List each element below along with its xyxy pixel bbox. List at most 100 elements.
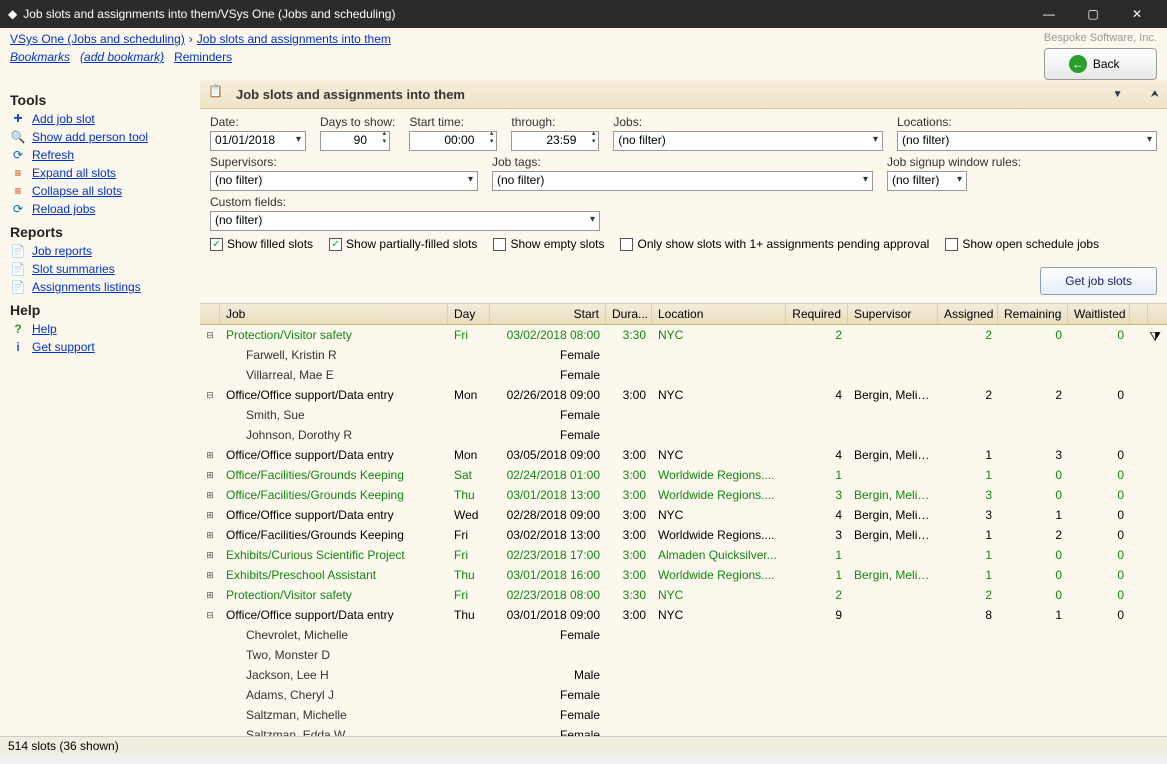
col-start[interactable]: Start bbox=[490, 304, 606, 324]
tree-toggle-icon[interactable]: ⊞ bbox=[200, 450, 220, 461]
tree-toggle-icon[interactable]: ⊞ bbox=[200, 510, 220, 521]
col-waitlisted[interactable]: Waitlisted bbox=[1068, 304, 1130, 324]
get-job-slots-button[interactable]: Get job slots bbox=[1040, 267, 1157, 295]
cell-required: 2 bbox=[786, 328, 848, 342]
tree-toggle-icon[interactable]: ⊞ bbox=[200, 530, 220, 541]
grid-child-row[interactable]: Saltzman, MichelleFemale bbox=[200, 705, 1167, 725]
person-name: Johnson, Dorothy R bbox=[220, 428, 448, 442]
col-remaining[interactable]: Remaining bbox=[998, 304, 1068, 324]
sidebar-item-help[interactable]: ?Help bbox=[10, 320, 190, 338]
locations-filter[interactable]: (no filter) bbox=[897, 131, 1157, 151]
grid-slot-row[interactable]: ⊞Office/Office support/Data entryWed02/2… bbox=[200, 505, 1167, 525]
back-button[interactable]: ← Back bbox=[1044, 48, 1157, 80]
tree-toggle-icon[interactable]: ⊟ bbox=[200, 390, 220, 401]
grid-slot-row[interactable]: ⊞Exhibits/Curious Scientific ProjectFri0… bbox=[200, 545, 1167, 565]
grid-slot-row[interactable]: ⊞Protection/Visitor safetyFri02/23/2018 … bbox=[200, 585, 1167, 605]
person-gender: Female bbox=[490, 428, 606, 442]
check-open-schedule[interactable]: Show open schedule jobs bbox=[945, 237, 1099, 251]
tools-header: Tools bbox=[10, 92, 190, 108]
cell-required: 4 bbox=[786, 508, 848, 522]
date-input[interactable]: 01/01/2018 bbox=[210, 131, 306, 151]
filter-funnel-icon[interactable]: ⧩ bbox=[1149, 329, 1161, 345]
grid-child-row[interactable]: Adams, Cheryl JFemale bbox=[200, 685, 1167, 705]
help-header: Help bbox=[10, 302, 190, 318]
cell-required: 1 bbox=[786, 468, 848, 482]
grid-body[interactable]: ⧩ ⊟Protection/Visitor safetyFri03/02/201… bbox=[200, 325, 1167, 736]
reminders-link[interactable]: Reminders bbox=[174, 50, 232, 64]
col-supervisor[interactable]: Supervisor bbox=[848, 304, 938, 324]
grid-child-row[interactable]: Villarreal, Mae EFemale bbox=[200, 365, 1167, 385]
check-show-partial[interactable]: ✓Show partially-filled slots bbox=[329, 237, 477, 251]
grid-child-row[interactable]: Smith, SueFemale bbox=[200, 405, 1167, 425]
tree-toggle-icon[interactable]: ⊞ bbox=[200, 490, 220, 501]
collapse-panel-icon[interactable]: ⮝ bbox=[1151, 89, 1160, 100]
jobtags-filter[interactable]: (no filter) bbox=[492, 171, 873, 191]
check-show-empty[interactable]: Show empty slots bbox=[493, 237, 604, 251]
cell-waitlisted: 0 bbox=[1068, 528, 1130, 542]
col-job[interactable]: Job bbox=[220, 304, 448, 324]
through-input[interactable]: 23:59 bbox=[511, 131, 599, 151]
expand-icon: ≡ bbox=[10, 165, 26, 181]
sidebar-item-expand-all[interactable]: ≡Expand all slots bbox=[10, 164, 190, 182]
grid-child-row[interactable]: Farwell, Kristin RFemale bbox=[200, 345, 1167, 365]
grid-child-row[interactable]: Two, Monster D bbox=[200, 645, 1167, 665]
cell-waitlisted: 0 bbox=[1068, 388, 1130, 402]
minimize-button[interactable]: — bbox=[1027, 0, 1071, 28]
custom-fields-filter[interactable]: (no filter) bbox=[210, 211, 600, 231]
sidebar-item-refresh[interactable]: ⟳Refresh bbox=[10, 146, 190, 164]
tree-toggle-icon[interactable]: ⊞ bbox=[200, 570, 220, 581]
sidebar-item-job-reports[interactable]: 📄Job reports bbox=[10, 242, 190, 260]
plus-icon: + bbox=[10, 111, 26, 127]
grid-slot-row[interactable]: ⊞Office/Facilities/Grounds KeepingSat02/… bbox=[200, 465, 1167, 485]
grid-child-row[interactable]: Jackson, Lee HMale bbox=[200, 665, 1167, 685]
add-bookmark-link[interactable]: (add bookmark) bbox=[80, 50, 164, 64]
sidebar-item-collapse-all[interactable]: ≡Collapse all slots bbox=[10, 182, 190, 200]
check-pending-approval[interactable]: Only show slots with 1+ assignments pend… bbox=[620, 237, 929, 251]
breadcrumb-bar: VSys One (Jobs and scheduling) › Job slo… bbox=[0, 28, 1167, 80]
maximize-button[interactable]: ▢ bbox=[1071, 0, 1115, 28]
signup-filter[interactable]: (no filter) bbox=[887, 171, 967, 191]
col-location[interactable]: Location bbox=[652, 304, 786, 324]
tree-toggle-icon[interactable]: ⊞ bbox=[200, 470, 220, 481]
breadcrumb-root[interactable]: VSys One (Jobs and scheduling) bbox=[10, 32, 185, 46]
menu-dropdown-icon[interactable]: ▼ bbox=[1113, 89, 1123, 100]
col-required[interactable]: Required bbox=[786, 304, 848, 324]
tree-toggle-icon[interactable]: ⊞ bbox=[200, 590, 220, 601]
cell-job: Office/Office support/Data entry bbox=[220, 508, 448, 522]
vendor-label: Bespoke Software, Inc. bbox=[1044, 32, 1157, 44]
grid-slot-row[interactable]: ⊟Protection/Visitor safetyFri03/02/2018 … bbox=[200, 325, 1167, 345]
col-duration[interactable]: Dura... bbox=[606, 304, 652, 324]
tree-toggle-icon[interactable]: ⊟ bbox=[200, 330, 220, 341]
cell-supervisor: Bergin, Melis... bbox=[848, 488, 938, 502]
sidebar-item-add-job-slot[interactable]: +Add job slot bbox=[10, 110, 190, 128]
grid-slot-row[interactable]: ⊞Office/Facilities/Grounds KeepingFri03/… bbox=[200, 525, 1167, 545]
sidebar-item-slot-summaries[interactable]: 📄Slot summaries bbox=[10, 260, 190, 278]
cell-job: Exhibits/Preschool Assistant bbox=[220, 568, 448, 582]
sidebar-item-show-add-person[interactable]: 🔍Show add person tool bbox=[10, 128, 190, 146]
tree-toggle-icon[interactable]: ⊟ bbox=[200, 610, 220, 621]
grid-child-row[interactable]: Saltzman, Edda WFemale bbox=[200, 725, 1167, 736]
grid-child-row[interactable]: Chevrolet, MichelleFemale bbox=[200, 625, 1167, 645]
sidebar-item-reload-jobs[interactable]: ⟳Reload jobs bbox=[10, 200, 190, 218]
col-day[interactable]: Day bbox=[448, 304, 490, 324]
sidebar-item-assignments-listings[interactable]: 📄Assignments listings bbox=[10, 278, 190, 296]
grid-slot-row[interactable]: ⊞Office/Office support/Data entryMon03/0… bbox=[200, 445, 1167, 465]
breadcrumb-leaf[interactable]: Job slots and assignments into them bbox=[197, 32, 391, 46]
grid-slot-row[interactable]: ⊟Office/Office support/Data entryThu03/0… bbox=[200, 605, 1167, 625]
bookmarks-link[interactable]: Bookmarks bbox=[10, 50, 70, 64]
grid-child-row[interactable]: Johnson, Dorothy R Female bbox=[200, 425, 1167, 445]
start-time-input[interactable]: 00:00 bbox=[409, 131, 497, 151]
cell-required: 4 bbox=[786, 388, 848, 402]
grid-slot-row[interactable]: ⊟Office/Office support/Data entryMon02/2… bbox=[200, 385, 1167, 405]
supervisors-filter[interactable]: (no filter) bbox=[210, 171, 478, 191]
status-bar: 514 slots (36 shown) bbox=[0, 736, 1167, 754]
tree-toggle-icon[interactable]: ⊞ bbox=[200, 550, 220, 561]
sidebar-item-get-support[interactable]: iGet support bbox=[10, 338, 190, 356]
jobs-filter[interactable]: (no filter) bbox=[613, 131, 883, 151]
grid-slot-row[interactable]: ⊞Office/Facilities/Grounds KeepingThu03/… bbox=[200, 485, 1167, 505]
grid-slot-row[interactable]: ⊞Exhibits/Preschool AssistantThu03/01/20… bbox=[200, 565, 1167, 585]
days-input[interactable]: 90 bbox=[320, 131, 390, 151]
check-show-filled[interactable]: ✓Show filled slots bbox=[210, 237, 313, 251]
close-button[interactable]: ✕ bbox=[1115, 0, 1159, 28]
col-assigned[interactable]: Assigned bbox=[938, 304, 998, 324]
